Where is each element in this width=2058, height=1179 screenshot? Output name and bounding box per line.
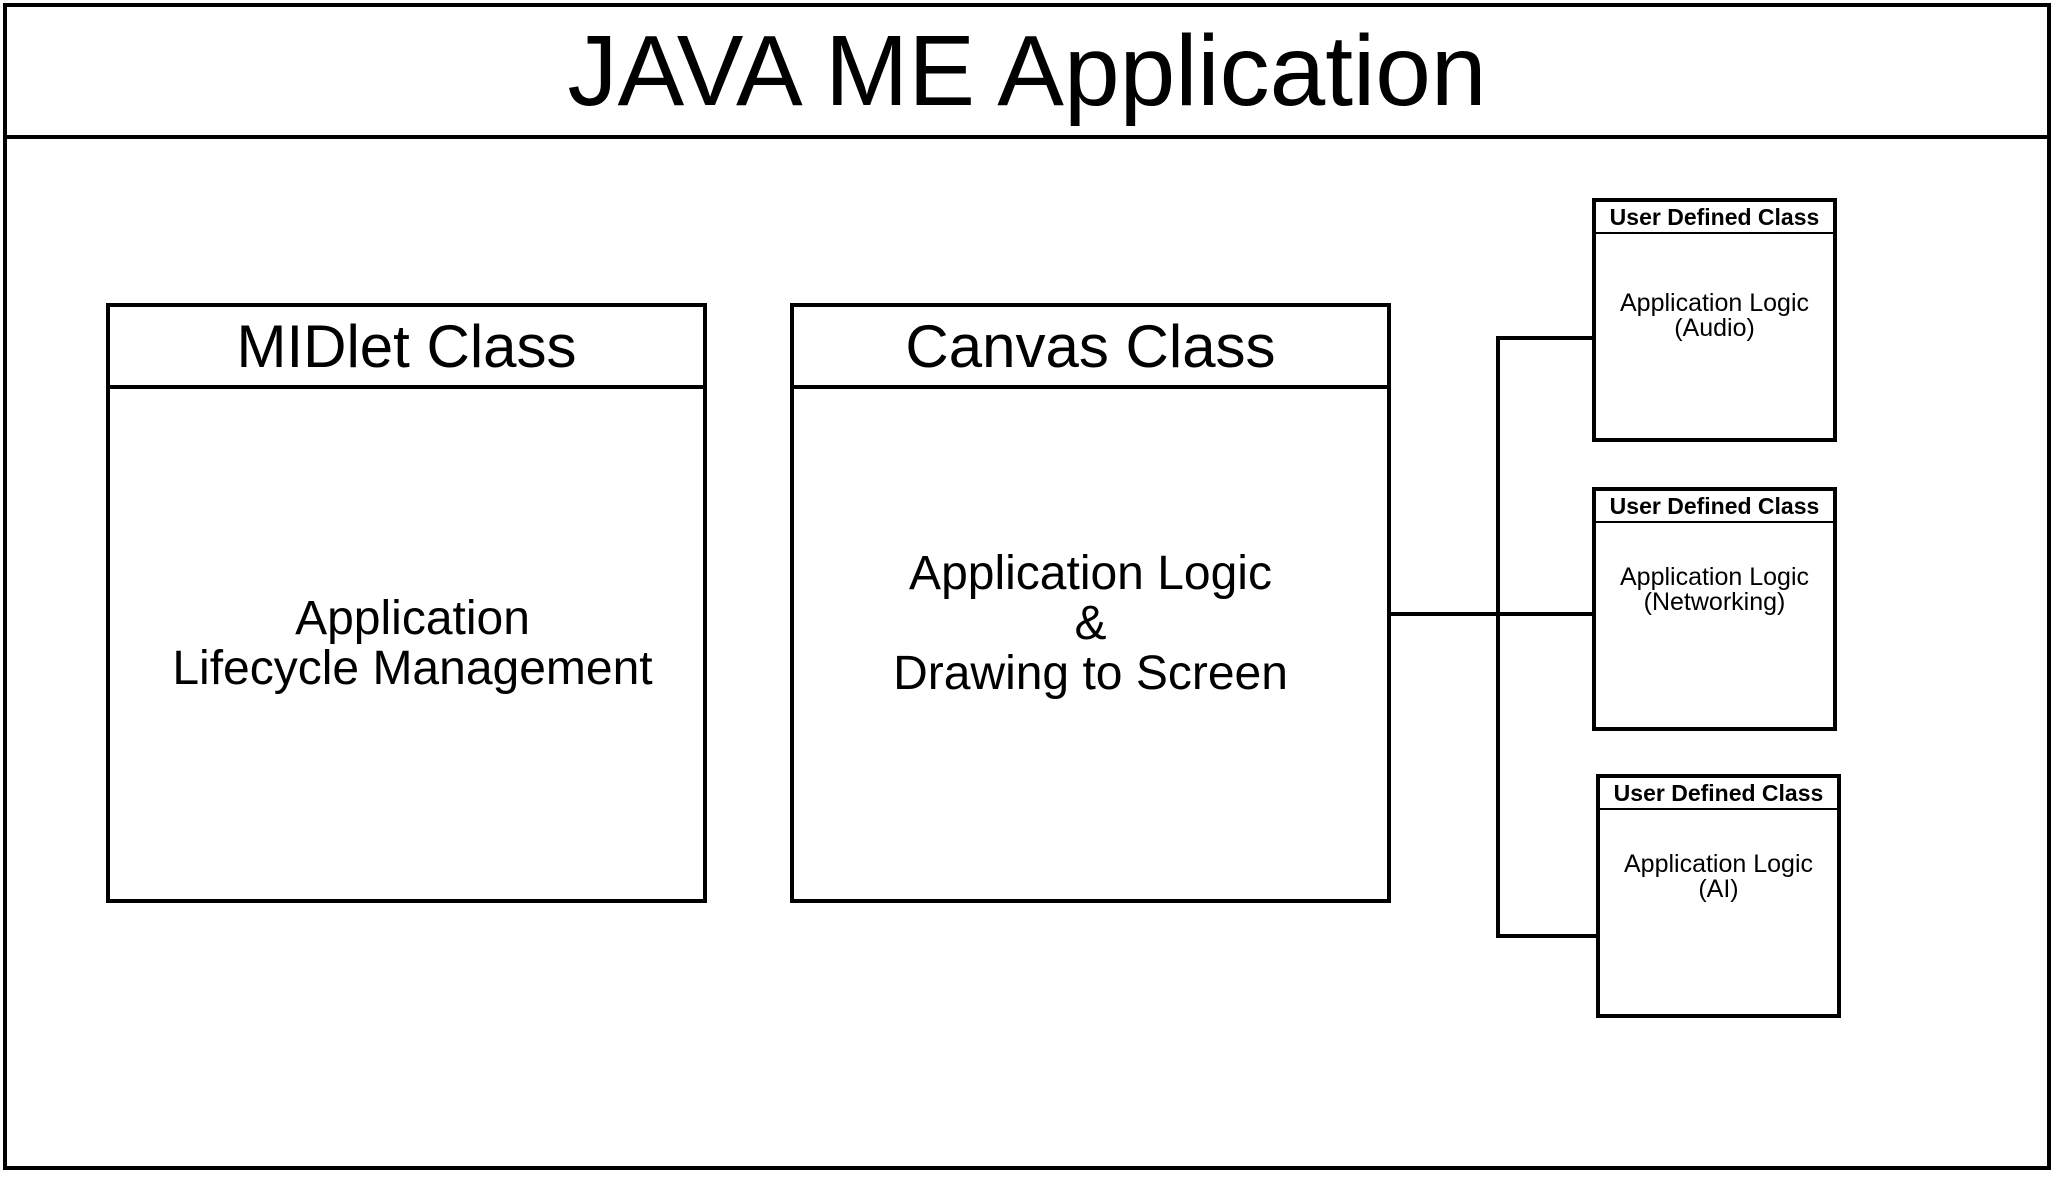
canvas-line-2: & [1074, 597, 1107, 650]
user-class-line-1: Application Logic [1623, 850, 1813, 878]
connector-to-ai [1496, 934, 1596, 938]
user-class-box-ai: User Defined Class Application Logic (AI… [1596, 774, 1841, 1018]
midlet-class-header: MIDlet Class [110, 307, 703, 389]
canvas-line-1: Application Logic [909, 547, 1272, 600]
title-bar: JAVA ME Application [7, 7, 2047, 139]
canvas-class-header: Canvas Class [794, 307, 1387, 389]
user-class-line-2: (AI) [1698, 875, 1739, 903]
user-class-header: User Defined Class [1600, 778, 1837, 810]
connector-to-networking [1496, 612, 1596, 616]
midlet-line-2: Lifecycle Management [172, 642, 653, 695]
connector-bus-vertical [1496, 336, 1500, 938]
canvas-class-body: Application Logic & Drawing to Screen [794, 389, 1387, 899]
midlet-class-box: MIDlet Class Application Lifecycle Manag… [106, 303, 707, 903]
midlet-line-1: Application [295, 592, 530, 645]
user-class-box-networking: User Defined Class Application Logic (Ne… [1592, 487, 1837, 731]
user-class-body: Application Logic (Audio) [1596, 234, 1833, 438]
user-class-body: Application Logic (Networking) [1596, 523, 1833, 727]
midlet-class-body: Application Lifecycle Management [110, 389, 703, 899]
user-class-header: User Defined Class [1596, 491, 1833, 523]
user-class-line-1: Application Logic [1619, 563, 1809, 591]
canvas-class-box: Canvas Class Application Logic & Drawing… [790, 303, 1391, 903]
user-class-line-2: (Audio) [1674, 314, 1755, 342]
user-class-box-audio: User Defined Class Application Logic (Au… [1592, 198, 1837, 442]
user-class-header: User Defined Class [1596, 202, 1833, 234]
user-class-line-1: Application Logic [1619, 289, 1809, 317]
canvas-line-3: Drawing to Screen [893, 647, 1288, 700]
connector-to-audio [1496, 336, 1596, 340]
user-class-body: Application Logic (AI) [1600, 810, 1837, 1014]
diagram-title: JAVA ME Application [567, 15, 1487, 127]
user-class-line-2: (Networking) [1643, 588, 1786, 616]
connector-canvas-to-bus [1389, 612, 1500, 616]
